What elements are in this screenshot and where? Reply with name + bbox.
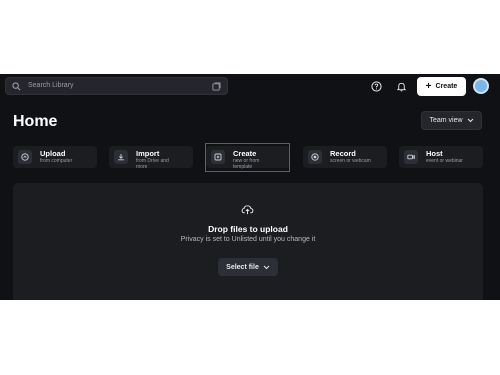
action-sub: screen or webcam	[330, 158, 371, 164]
action-upload[interactable]: Upload from computer	[13, 146, 97, 168]
highlight-box	[205, 143, 290, 172]
select-file-label: Select file	[226, 263, 259, 271]
action-label: Import	[136, 149, 160, 158]
search-filter-icon[interactable]	[212, 82, 221, 91]
bell-icon[interactable]	[396, 81, 407, 92]
team-view-label: Team view	[429, 117, 463, 124]
action-import[interactable]: Import from Drive and more	[109, 146, 193, 170]
upload-dropzone[interactable]: Drop files to upload Privacy is set to U…	[13, 183, 483, 300]
action-label: Record	[330, 149, 356, 158]
action-host[interactable]: Host event or webinar	[399, 146, 483, 168]
help-icon[interactable]	[371, 81, 382, 92]
action-label: Host	[426, 149, 443, 158]
import-icon	[114, 150, 128, 164]
privacy-note: Privacy is set to Unlisted until you cha…	[180, 236, 316, 243]
action-sub: from computer	[40, 158, 73, 164]
select-file-button[interactable]: Select file	[218, 258, 278, 276]
upload-circle-icon	[18, 150, 32, 164]
cloud-upload-icon	[241, 205, 254, 215]
search-icon	[12, 82, 21, 91]
plus-icon: +	[425, 80, 432, 92]
chevron-down-icon	[263, 265, 270, 269]
record-icon	[308, 150, 322, 164]
app-window: Search Library + Create Home Team view U…	[0, 74, 500, 300]
page-title: Home	[13, 113, 58, 130]
create-button[interactable]: + Create	[417, 77, 466, 96]
search-bar[interactable]: Search Library	[5, 77, 228, 95]
dropzone-title: Drop files to upload	[208, 224, 288, 234]
action-sub: from Drive and more	[136, 158, 169, 170]
team-view-dropdown[interactable]: Team view	[421, 111, 482, 130]
avatar[interactable]	[473, 78, 489, 94]
search-input[interactable]: Search Library	[28, 82, 74, 89]
action-record[interactable]: Record screen or webcam	[303, 146, 387, 168]
action-label: Upload	[40, 149, 66, 158]
action-sub: event or webinar	[426, 158, 463, 164]
camera-icon	[404, 150, 418, 164]
create-button-label: Create	[435, 83, 458, 90]
chevron-down-icon	[467, 118, 473, 123]
